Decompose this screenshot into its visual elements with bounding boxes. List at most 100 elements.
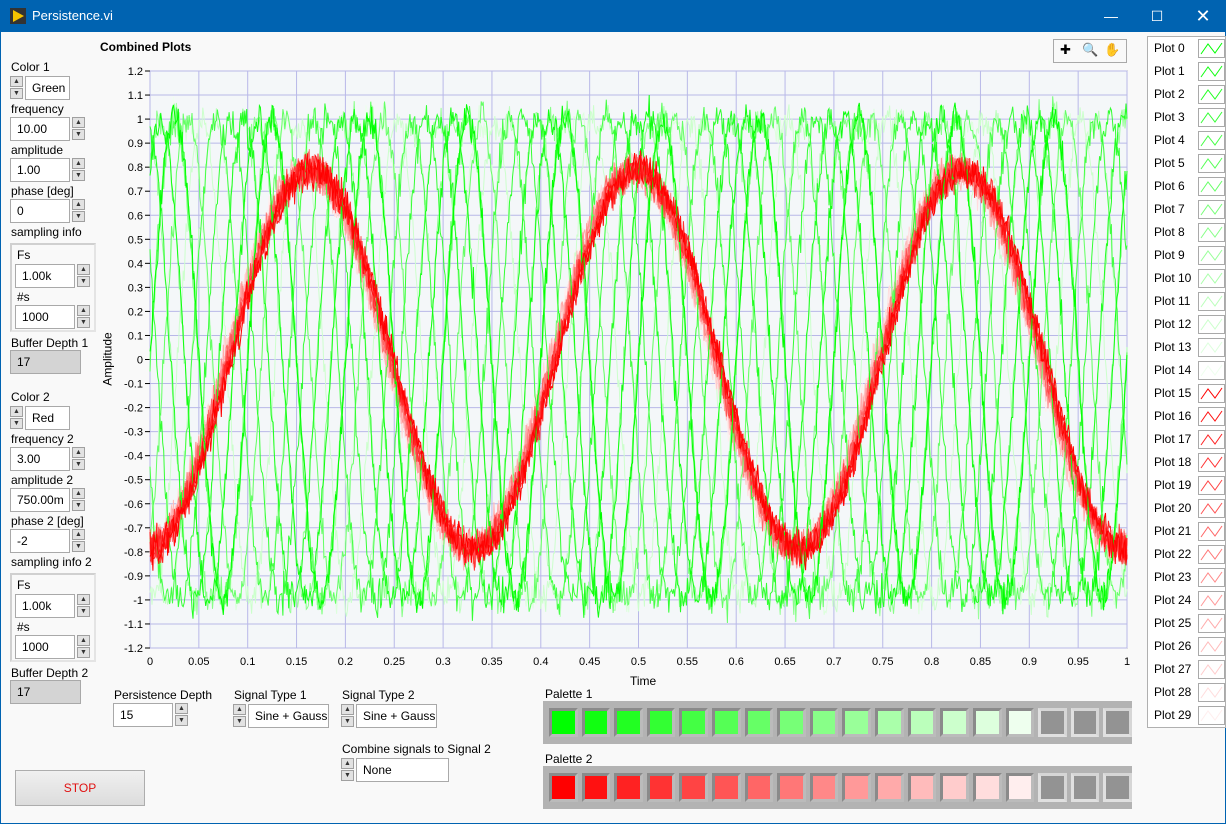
frequency-input-decrement-button[interactable]: ▼: [72, 129, 85, 140]
sampling2-fs-input-increment-button[interactable]: ▲: [77, 594, 90, 605]
palette1-color-cell[interactable]: [1005, 708, 1035, 737]
legend-item[interactable]: Plot 23: [1148, 566, 1226, 589]
legend-item[interactable]: Plot 22: [1148, 543, 1226, 566]
persistence-depth-input-increment-button[interactable]: ▲: [175, 703, 188, 714]
legend-item[interactable]: Plot 1: [1148, 60, 1226, 83]
palette2-color-cell[interactable]: [875, 773, 904, 802]
stop-button[interactable]: STOP: [15, 770, 145, 806]
palette1-empty-cell[interactable]: [1103, 708, 1132, 737]
amplitude2-input-increment-button[interactable]: ▲: [72, 488, 85, 499]
palette1-color-cell[interactable]: [549, 708, 578, 737]
frequency2-input[interactable]: 3.00: [10, 447, 70, 471]
signal-type-1-ring-increment-button[interactable]: ▲: [233, 704, 246, 715]
palette1-color-cell[interactable]: [777, 708, 806, 737]
amplitude-input-decrement-button[interactable]: ▼: [72, 170, 85, 181]
palette2-color-cell[interactable]: [809, 773, 839, 802]
legend-item[interactable]: Plot 27: [1148, 658, 1226, 681]
sampling-ns-input-decrement-button[interactable]: ▼: [77, 317, 90, 328]
zoom-icon[interactable]: 🔍: [1082, 42, 1098, 58]
sampling2-fs-input[interactable]: 1.00k: [15, 594, 75, 618]
phase2-input-increment-button[interactable]: ▲: [72, 529, 85, 540]
persistence-depth-input[interactable]: 15: [113, 703, 173, 727]
sampling-fs-input[interactable]: 1.00k: [15, 264, 75, 288]
combine-signals-ring[interactable]: None: [356, 758, 449, 782]
legend-item[interactable]: Plot 26: [1148, 635, 1226, 658]
frequency2-input-decrement-button[interactable]: ▼: [72, 459, 85, 470]
palette2-empty-cell[interactable]: [1038, 773, 1067, 802]
combine-signals-ring-increment-button[interactable]: ▲: [341, 758, 354, 769]
palette1-color-cell[interactable]: [712, 708, 741, 737]
sampling2-ns-input[interactable]: 1000: [15, 635, 75, 659]
legend-item[interactable]: Plot 7: [1148, 198, 1226, 221]
sampling-fs-input-increment-button[interactable]: ▲: [77, 264, 90, 275]
signal-type-2-ring[interactable]: Sine + Gauss: [356, 704, 437, 728]
legend-item[interactable]: Plot 17: [1148, 428, 1226, 451]
palette2-color-cell[interactable]: [744, 773, 774, 802]
palette1-color-cell[interactable]: [646, 708, 676, 737]
pan-hand-icon[interactable]: ✋: [1104, 42, 1120, 58]
legend-item[interactable]: Plot 5: [1148, 152, 1226, 175]
legend-item[interactable]: Plot 4: [1148, 129, 1226, 152]
color1-ring-increment-button[interactable]: ▲: [10, 76, 23, 87]
amplitude-input-increment-button[interactable]: ▲: [72, 158, 85, 169]
maximize-button[interactable]: ☐: [1134, 0, 1180, 32]
combined-plots-graph[interactable]: 0 0.05 0.1 0.15 0.2 0.25 0.3 0.35 0.4 0.45 0.5 0.55…: [95, 60, 1140, 690]
color2-ring[interactable]: Red: [25, 406, 70, 430]
phase2-input[interactable]: -2: [10, 529, 70, 553]
phase-input-decrement-button[interactable]: ▼: [72, 211, 85, 222]
signal-type-1-ring-decrement-button[interactable]: ▼: [233, 716, 246, 727]
palette2-color-cell[interactable]: [940, 773, 969, 802]
signal-type-2-ring-decrement-button[interactable]: ▼: [341, 716, 354, 727]
color2-ring-increment-button[interactable]: ▲: [10, 406, 23, 417]
frequency2-input-increment-button[interactable]: ▲: [72, 447, 85, 458]
close-button[interactable]: ✕: [1180, 0, 1226, 32]
legend-item[interactable]: Plot 10: [1148, 267, 1226, 290]
palette2-color-cell[interactable]: [777, 773, 806, 802]
legend-item[interactable]: Plot 0: [1148, 37, 1226, 60]
palette2-color-cell[interactable]: [679, 773, 709, 802]
plot-legend[interactable]: Plot 0 Plot 1 Plot 2 Plot 3 Plot 4 Plot 5 Plot…: [1147, 36, 1226, 728]
sampling-ns-input-increment-button[interactable]: ▲: [77, 305, 90, 316]
palette2-color-cell[interactable]: [972, 773, 1002, 802]
phase2-input-decrement-button[interactable]: ▼: [72, 541, 85, 552]
legend-item[interactable]: Plot 12: [1148, 313, 1226, 336]
legend-item[interactable]: Plot 11: [1148, 290, 1226, 313]
amplitude2-input-decrement-button[interactable]: ▼: [72, 500, 85, 511]
amplitude2-input[interactable]: 750.00m: [10, 488, 70, 512]
legend-item[interactable]: Plot 28: [1148, 681, 1226, 704]
legend-item[interactable]: Plot 24: [1148, 589, 1226, 612]
palette1-color-cell[interactable]: [581, 708, 611, 737]
legend-item[interactable]: Plot 25: [1148, 612, 1226, 635]
combine-signals-ring-decrement-button[interactable]: ▼: [341, 770, 354, 781]
palette2-color-cell[interactable]: [1005, 773, 1035, 802]
palette2-color-cell[interactable]: [614, 773, 643, 802]
palette1-color-cell[interactable]: [940, 708, 969, 737]
palette2-color-cell[interactable]: [646, 773, 676, 802]
legend-item[interactable]: Plot 21: [1148, 520, 1226, 543]
signal-type-2-ring-increment-button[interactable]: ▲: [341, 704, 354, 715]
legend-item[interactable]: Plot 29: [1148, 704, 1226, 727]
palette1-color-cell[interactable]: [809, 708, 839, 737]
legend-item[interactable]: Plot 19: [1148, 474, 1226, 497]
palette1-color-cell[interactable]: [614, 708, 643, 737]
legend-item[interactable]: Plot 20: [1148, 497, 1226, 520]
legend-item[interactable]: Plot 3: [1148, 106, 1226, 129]
frequency-input[interactable]: 10.00: [10, 117, 70, 141]
signal-type-1-ring[interactable]: Sine + Gauss: [248, 704, 329, 728]
palette2-color-cell[interactable]: [842, 773, 872, 802]
palette2-color-cell[interactable]: [907, 773, 937, 802]
legend-item[interactable]: Plot 6: [1148, 175, 1226, 198]
color1-ring-decrement-button[interactable]: ▼: [10, 88, 23, 99]
sampling-ns-input[interactable]: 1000: [15, 305, 75, 329]
legend-item[interactable]: Plot 8: [1148, 221, 1226, 244]
legend-item[interactable]: Plot 15: [1148, 382, 1226, 405]
palette1-color-cell[interactable]: [842, 708, 872, 737]
palette2-color-cell[interactable]: [549, 773, 578, 802]
legend-item[interactable]: Plot 13: [1148, 336, 1226, 359]
palette2-color-cell[interactable]: [712, 773, 741, 802]
legend-item[interactable]: Plot 14: [1148, 359, 1226, 382]
sampling2-ns-input-decrement-button[interactable]: ▼: [77, 647, 90, 658]
frequency-input-increment-button[interactable]: ▲: [72, 117, 85, 128]
sampling-fs-input-decrement-button[interactable]: ▼: [77, 276, 90, 287]
palette1-color-cell[interactable]: [744, 708, 774, 737]
